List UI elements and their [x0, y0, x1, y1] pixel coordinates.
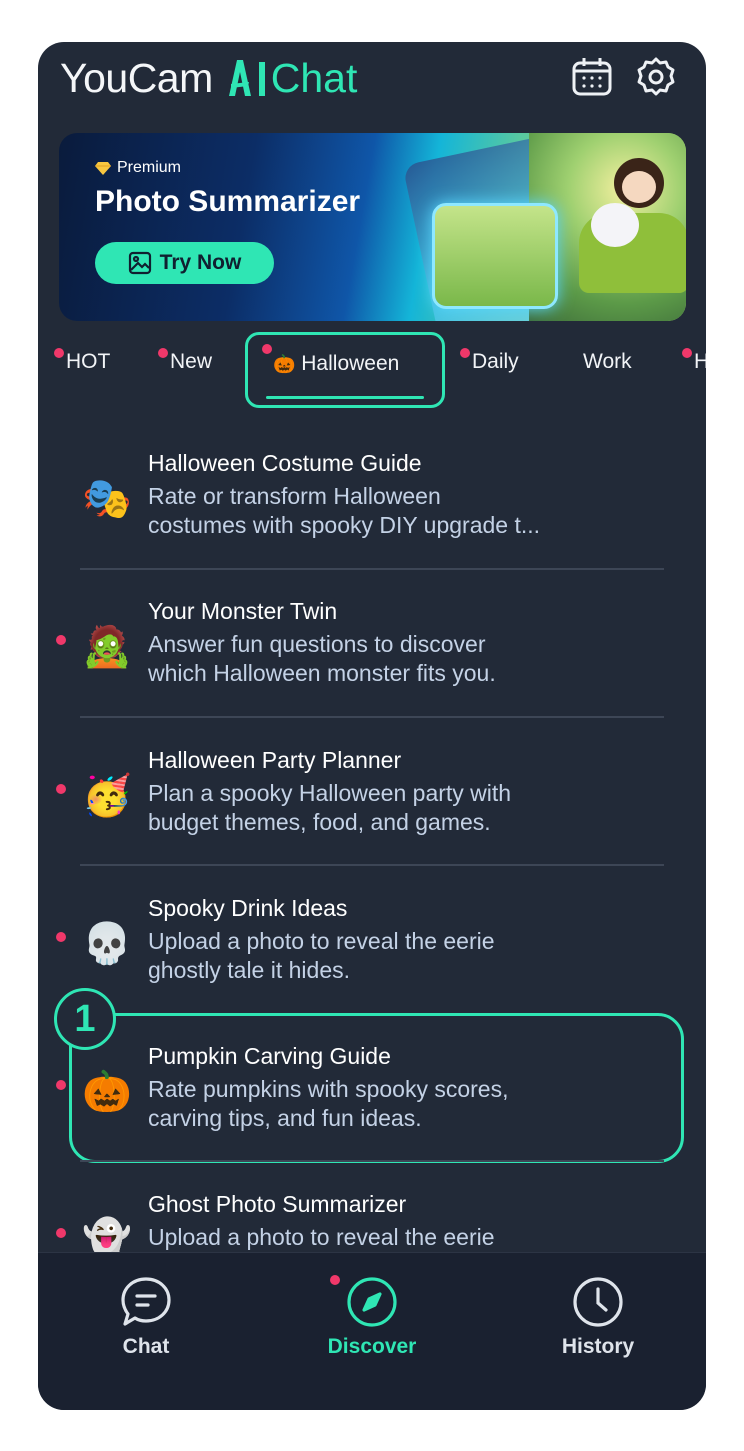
nav-history-label: History	[561, 1335, 635, 1358]
highlight-frame	[69, 1013, 684, 1163]
diamond-icon	[95, 162, 111, 175]
item-title: Halloween Party Planner	[148, 747, 402, 773]
try-now-button[interactable]: Try Now	[95, 242, 274, 284]
pumpkin-icon: 🎃	[273, 354, 296, 375]
gear-icon[interactable]	[635, 56, 677, 98]
nav-chat-label: Chat	[122, 1335, 170, 1358]
item-title: Your Monster Twin	[148, 598, 338, 624]
logo-youcam-text: YouCam	[60, 54, 213, 101]
step-number-badge: 1	[54, 988, 116, 1050]
app-logo: YouCam Chat	[60, 52, 357, 104]
list-item-costume-guide[interactable]: 🎭 Halloween Costume Guide Rate or transf…	[38, 428, 706, 576]
theater-masks-icon: 🎭	[82, 476, 132, 522]
premium-label: Premium	[117, 159, 182, 176]
item-desc-line1: Plan a spooky Halloween party with	[148, 780, 512, 806]
item-desc-line1: Upload a photo to reveal the eerie	[148, 928, 495, 954]
divider	[80, 716, 664, 718]
divider	[80, 568, 664, 570]
new-dot	[56, 784, 66, 794]
banner-photo-frame	[432, 203, 558, 309]
promo-banner[interactable]: Premium Photo Summarizer Try Now	[59, 133, 686, 321]
tab-more[interactable]: H	[694, 347, 706, 377]
chat-bubble-icon	[121, 1277, 171, 1326]
clock-icon	[573, 1277, 623, 1327]
nav-history[interactable]: History	[528, 1275, 668, 1375]
list-item-party-planner[interactable]: 🥳 Halloween Party Planner Plan a spooky …	[38, 725, 706, 873]
new-dot	[56, 1228, 66, 1238]
tab-daily[interactable]: Daily	[472, 347, 519, 377]
compass-icon	[347, 1277, 397, 1327]
item-desc-line2: ghostly tale it hides.	[148, 957, 351, 983]
item-desc-line1: Upload a photo to reveal the eerie	[148, 1224, 495, 1250]
tab-new[interactable]: New	[170, 347, 212, 377]
logo-chat-text: Chat	[270, 54, 358, 101]
tab-more-dot	[682, 348, 692, 358]
item-title: Ghost Photo Summarizer	[148, 1191, 407, 1217]
discover-list: 🎭 Halloween Costume Guide Rate or transf…	[38, 428, 706, 1256]
premium-badge: Premium	[95, 159, 181, 177]
tab-halloween[interactable]: 🎃 Halloween	[273, 349, 399, 379]
nav-discover[interactable]: Discover	[302, 1275, 442, 1375]
bottom-navigation: Chat Discover History	[38, 1252, 706, 1410]
tab-halloween-label: Halloween	[301, 352, 400, 375]
zombie-icon: 🧟	[82, 624, 132, 670]
tab-halloween-dot	[262, 344, 272, 354]
tab-daily-dot	[460, 348, 470, 358]
item-title: Halloween Costume Guide	[148, 450, 422, 476]
ai-mark-icon	[228, 60, 265, 96]
item-desc-line2: which Halloween monster fits you.	[148, 660, 496, 686]
tab-hot-new-dot	[54, 348, 64, 358]
tab-active-underline	[266, 396, 424, 399]
category-tabs: HOT New 🎃 Halloween Daily Work H	[38, 332, 706, 412]
banner-illustration-part	[622, 171, 656, 203]
divider	[80, 864, 664, 866]
item-title: Spooky Drink Ideas	[148, 895, 348, 921]
item-desc-line2: budget themes, food, and games.	[148, 809, 491, 835]
calendar-icon[interactable]	[571, 56, 613, 98]
app-header: YouCam Chat	[38, 42, 706, 122]
nav-chat[interactable]: Chat	[76, 1275, 216, 1375]
ghost-icon: 👻	[82, 1217, 132, 1256]
new-dot	[56, 1080, 66, 1090]
new-dot	[56, 635, 66, 645]
list-item-ghost-summarizer[interactable]: 👻 Ghost Photo Summarizer Upload a photo …	[38, 1169, 706, 1256]
list-item-spooky-drink[interactable]: 💀 Spooky Drink Ideas Upload a photo to r…	[38, 873, 706, 1021]
item-desc-line2: costumes with spooky DIY upgrade t...	[148, 512, 541, 538]
new-dot	[56, 932, 66, 942]
skull-icon: 💀	[82, 921, 132, 967]
divider	[80, 1160, 664, 1162]
party-face-icon: 🥳	[82, 773, 132, 819]
tab-hot[interactable]: HOT	[66, 347, 110, 377]
tab-new-dot	[158, 348, 168, 358]
nav-discover-label: Discover	[327, 1335, 417, 1358]
tab-work[interactable]: Work	[583, 347, 632, 377]
image-icon	[128, 251, 151, 275]
item-desc-line1: Answer fun questions to discover	[148, 631, 486, 657]
item-desc-line1: Rate or transform Halloween	[148, 483, 441, 509]
list-item-monster-twin[interactable]: 🧟 Your Monster Twin Answer fun questions…	[38, 576, 706, 724]
app-screen: YouCam Chat Premium Photo Summarizer Try…	[38, 42, 706, 1410]
banner-title: Photo Summarizer	[95, 185, 361, 218]
logo-ai-chat: Chat	[223, 54, 358, 102]
banner-illustration-part	[591, 203, 639, 247]
try-now-label: Try Now	[159, 251, 242, 274]
